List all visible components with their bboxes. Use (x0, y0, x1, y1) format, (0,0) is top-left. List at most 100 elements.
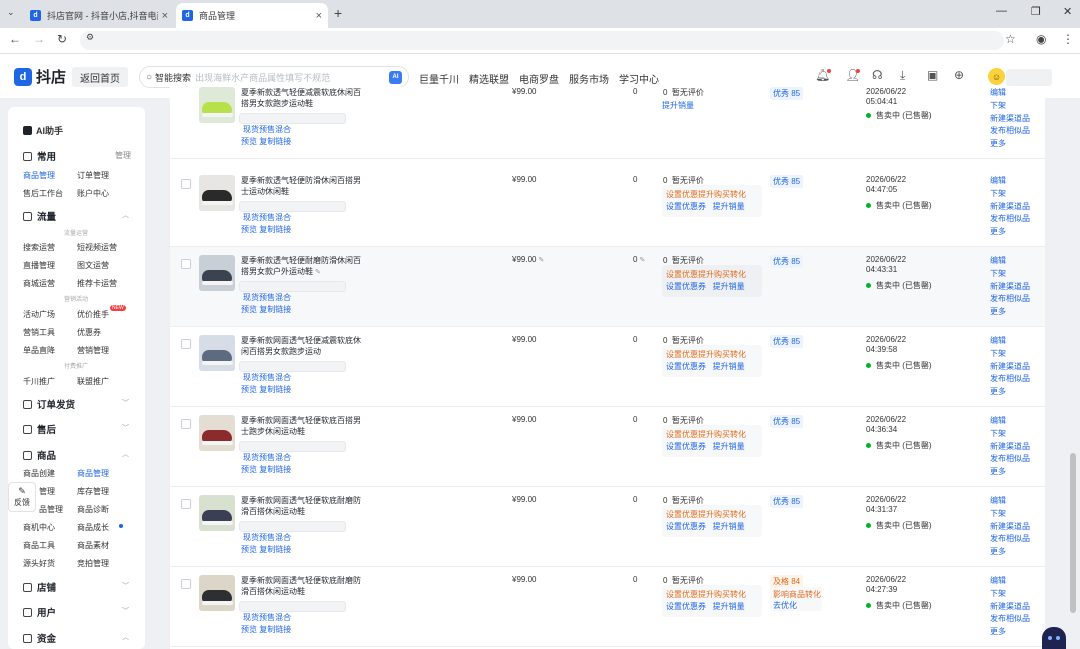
chevron-down-icon[interactable]: ﹀ (122, 581, 129, 591)
menu-kebab-icon[interactable]: ⋮ (1062, 32, 1074, 46)
product-title[interactable]: 夏季新款透气轻便防滑休闲百搭男士运动休闲鞋 (241, 175, 365, 197)
ai-assistant[interactable]: AI助手 (23, 124, 63, 137)
delist-link[interactable]: 下架 (990, 269, 1006, 278)
doudian-logo[interactable]: d 抖店 (14, 66, 66, 87)
delist-link[interactable]: 下架 (990, 101, 1006, 110)
edit-link[interactable]: 编辑 (990, 416, 1006, 425)
edit-link[interactable]: 编辑 (990, 88, 1006, 97)
sidebar-item-marketing-management[interactable]: 营销管理 (77, 345, 109, 356)
product-thumbnail[interactable] (199, 335, 235, 371)
delist-link[interactable]: 下架 (990, 589, 1006, 598)
set-coupon-link[interactable]: 设置优惠券 (666, 362, 706, 371)
more-link[interactable]: 更多 (990, 547, 1006, 556)
sidebar-item-opportunity-center[interactable]: 商机中心 (23, 522, 55, 533)
section-store[interactable]: 店铺 (23, 580, 56, 594)
quality-score-badge[interactable]: 优秀 85 (770, 87, 804, 100)
page-scrollbar[interactable] (1070, 453, 1076, 613)
set-coupon-link[interactable]: 设置优惠券 (666, 602, 706, 611)
product-thumbnail[interactable] (199, 87, 235, 123)
sidebar-item-image-text-ops[interactable]: 图文运营 (77, 260, 109, 271)
product-title[interactable]: 夏季新款网面透气轻便减震软底休闲百搭男女款跑步运动 (241, 335, 365, 357)
forward-icon[interactable]: → (33, 32, 45, 46)
product-thumbnail[interactable] (199, 415, 235, 451)
preview-copy-links[interactable]: 预览 复制链接 (241, 136, 291, 147)
set-coupon-link[interactable]: 设置优惠券 (666, 522, 706, 531)
edit-link[interactable]: 编辑 (990, 576, 1006, 585)
preview-copy-links[interactable]: 预览 复制链接 (241, 624, 291, 635)
new-tab-icon[interactable]: + (334, 5, 342, 21)
section-traffic[interactable]: 流量 (23, 209, 56, 223)
more-link[interactable]: 更多 (990, 627, 1006, 636)
boost-sales-link[interactable]: 提升销量 (713, 602, 745, 611)
more-link[interactable]: 更多 (990, 227, 1006, 236)
product-thumbnail[interactable] (199, 575, 235, 611)
close-icon[interactable]: × (316, 10, 322, 22)
chevron-down-icon[interactable]: ﹀ (122, 398, 129, 408)
product-thumbnail[interactable] (199, 175, 235, 211)
close-icon[interactable]: × (162, 10, 168, 22)
edit-icon[interactable]: ✎ (538, 257, 544, 264)
sidebar-item-mall-ops[interactable]: 商城运营 (23, 278, 55, 289)
section-funds[interactable]: 资金 (23, 631, 56, 645)
delist-link[interactable]: 下架 (990, 429, 1006, 438)
sidebar-item-goods-materials[interactable]: 商品素材 (77, 540, 109, 551)
sidebar-item-source-goods[interactable]: 源头好货 (23, 558, 55, 569)
delist-link[interactable]: 下架 (990, 509, 1006, 518)
row-checkbox[interactable] (181, 179, 191, 189)
chevron-down-icon[interactable]: ﹀ (122, 606, 129, 616)
preview-copy-links[interactable]: 预览 复制链接 (241, 384, 291, 395)
product-thumbnail[interactable] (199, 255, 235, 291)
product-title[interactable]: 夏季新款网面透气轻便软底耐磨防滑百搭休闲运动鞋 (241, 495, 365, 517)
new-channel-link[interactable]: 新建渠道品 (990, 442, 1030, 451)
optimize-link[interactable]: 去优化 (773, 600, 797, 611)
new-channel-link[interactable]: 新建渠道品 (990, 114, 1030, 123)
sidebar-item-single-discount[interactable]: 单品直降 (23, 345, 55, 356)
boost-sales-link[interactable]: 提升销量 (713, 442, 745, 451)
section-order-ship[interactable]: 订单发货 (23, 397, 75, 411)
quality-score-badge[interactable]: 优秀 85 (770, 255, 804, 268)
new-channel-link[interactable]: 新建渠道品 (990, 202, 1030, 211)
sidebar-item-goods-management[interactable]: 商品管理 (23, 170, 55, 181)
minimize-icon[interactable]: — (996, 5, 1007, 17)
delist-link[interactable]: 下架 (990, 349, 1006, 358)
new-channel-link[interactable]: 新建渠道品 (990, 362, 1030, 371)
chevron-up-icon[interactable]: ︿ (122, 632, 129, 642)
bookmark-star-icon[interactable]: ☆ (1005, 32, 1016, 46)
sidebar-item-auction-management[interactable]: 竞拍管理 (77, 558, 109, 569)
sidebar-item-partial[interactable]: 管理 (39, 486, 55, 497)
product-title[interactable]: 夏季新款透气轻便耐磨防滑休闲百搭男女款户外运动鞋 ✎ (241, 255, 365, 278)
sidebar-item-order-management[interactable]: 订单管理 (77, 170, 109, 181)
section-users[interactable]: 用户 (23, 605, 56, 619)
publish-similar-link[interactable]: 发布相似品 (990, 126, 1030, 135)
new-channel-link[interactable]: 新建渠道品 (990, 522, 1030, 531)
publish-similar-link[interactable]: 发布相似品 (990, 294, 1030, 303)
preview-copy-links[interactable]: 预览 复制链接 (241, 544, 291, 555)
sidebar-item-live-management[interactable]: 直播管理 (23, 260, 55, 271)
sidebar-item-coupons[interactable]: 优惠券 (77, 327, 101, 338)
section-goods[interactable]: 商品 (23, 448, 56, 462)
boost-sales-link[interactable]: 提升销量 (713, 362, 745, 371)
edit-link[interactable]: 编辑 (990, 496, 1006, 505)
more-link[interactable]: 更多 (990, 467, 1006, 476)
publish-similar-link[interactable]: 发布相似品 (990, 534, 1030, 543)
product-title[interactable]: 夏季新款网面透气轻便软底百搭男士跑步休闲运动鞋 (241, 415, 365, 437)
sidebar-item-price-promoter[interactable]: 优价推手 (77, 309, 109, 320)
preview-copy-links[interactable]: 预览 复制链接 (241, 224, 291, 235)
reload-icon[interactable]: ↻ (57, 32, 67, 46)
set-coupon-link[interactable]: 设置优惠券 (666, 202, 706, 211)
preview-copy-links[interactable]: 预览 复制链接 (241, 304, 291, 315)
manage-link[interactable]: 管理 (115, 150, 131, 161)
sidebar-item-goods-tools[interactable]: 商品工具 (23, 540, 55, 551)
sidebar-item-partial[interactable]: 品管理 (39, 504, 63, 515)
edit-icon[interactable]: ✎ (315, 269, 321, 276)
edit-link[interactable]: 编辑 (990, 256, 1006, 265)
new-channel-link[interactable]: 新建渠道品 (990, 602, 1030, 611)
sidebar-item-marketing-tools[interactable]: 营销工具 (23, 327, 55, 338)
sidebar-item-qianchuan-promo[interactable]: 千川推广 (23, 376, 55, 387)
sidebar-item-goods-diagnosis[interactable]: 商品诊断 (77, 504, 109, 515)
row-checkbox[interactable] (181, 339, 191, 349)
more-link[interactable]: 更多 (990, 387, 1006, 396)
product-title[interactable]: 夏季新款网面透气轻便软底耐磨防滑百搭休闲运动鞋 (241, 575, 365, 597)
edit-icon[interactable]: ✎ (639, 257, 645, 264)
tab-goods-management[interactable]: d 商品管理 × (176, 3, 328, 28)
